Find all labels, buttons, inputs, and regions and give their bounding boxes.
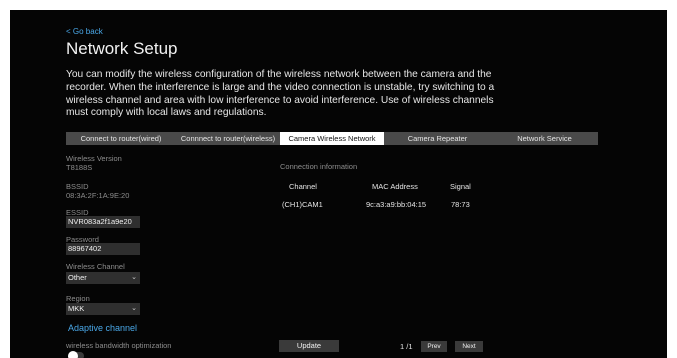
screen: < Go back Network Setup You can modify t… [0, 0, 677, 358]
prev-button[interactable]: Prev [421, 341, 447, 352]
page-indicator: 1 /1 [400, 342, 413, 351]
adaptive-channel-link[interactable]: Adaptive channel [68, 323, 137, 333]
region-select[interactable]: MKK ⌄ [66, 303, 140, 315]
chevron-down-icon: ⌄ [131, 274, 137, 281]
region-label: Region [66, 294, 90, 303]
password-input[interactable]: 88967402 [66, 243, 140, 255]
essid-input[interactable]: NVR083a2f1a9e20 [66, 216, 140, 228]
tab-network-service[interactable]: Network Service [491, 132, 598, 145]
wireless-channel-value: Other [68, 273, 87, 282]
page-description: You can modify the wireless configuratio… [66, 69, 495, 119]
wireless-version-value: T8188S [66, 163, 93, 172]
wireless-version-label: Wireless Version [66, 154, 122, 163]
toggle-knob [68, 351, 78, 358]
tab-camera-repeater[interactable]: Camera Repeater [384, 132, 491, 145]
chevron-down-icon: ⌄ [131, 305, 137, 312]
page-title: Network Setup [66, 39, 178, 58]
update-button[interactable]: Update [279, 340, 339, 352]
next-button[interactable]: Next [455, 341, 483, 352]
bssid-value: 08:3A:2F:1A:9E:20 [66, 191, 130, 200]
bandwidth-optimization-label: wireless bandwidth optimization [66, 341, 172, 350]
region-value: MKK [68, 304, 85, 313]
tab-connect-router-wired[interactable]: Connect to router(wired) [66, 132, 176, 145]
network-setup-panel: < Go back Network Setup You can modify t… [10, 10, 667, 358]
row-mac-address: 9c:a3:a9:bb:04:15 [366, 200, 427, 209]
bssid-label: BSSID [66, 182, 89, 191]
go-back-link[interactable]: < Go back [66, 27, 103, 36]
column-header-channel: Channel [289, 182, 317, 191]
tab-camera-wireless-network[interactable]: Camera Wireless Network [280, 132, 384, 145]
row-channel: (CH1)CAM1 [282, 200, 323, 209]
tab-bar: Connect to router(wired) Connnect to rou… [66, 132, 598, 145]
tab-connect-router-wireless[interactable]: Connnect to router(wireless) [176, 132, 280, 145]
row-signal: 78:73 [451, 200, 470, 209]
column-header-mac-address: MAC Address [372, 182, 418, 191]
bandwidth-optimization-toggle[interactable] [68, 351, 84, 358]
wireless-channel-select[interactable]: Other ⌄ [66, 272, 140, 284]
wireless-channel-label: Wireless Channel [66, 262, 125, 271]
column-header-signal: Signal [450, 182, 471, 191]
connection-info-title: Connection information [280, 162, 358, 171]
